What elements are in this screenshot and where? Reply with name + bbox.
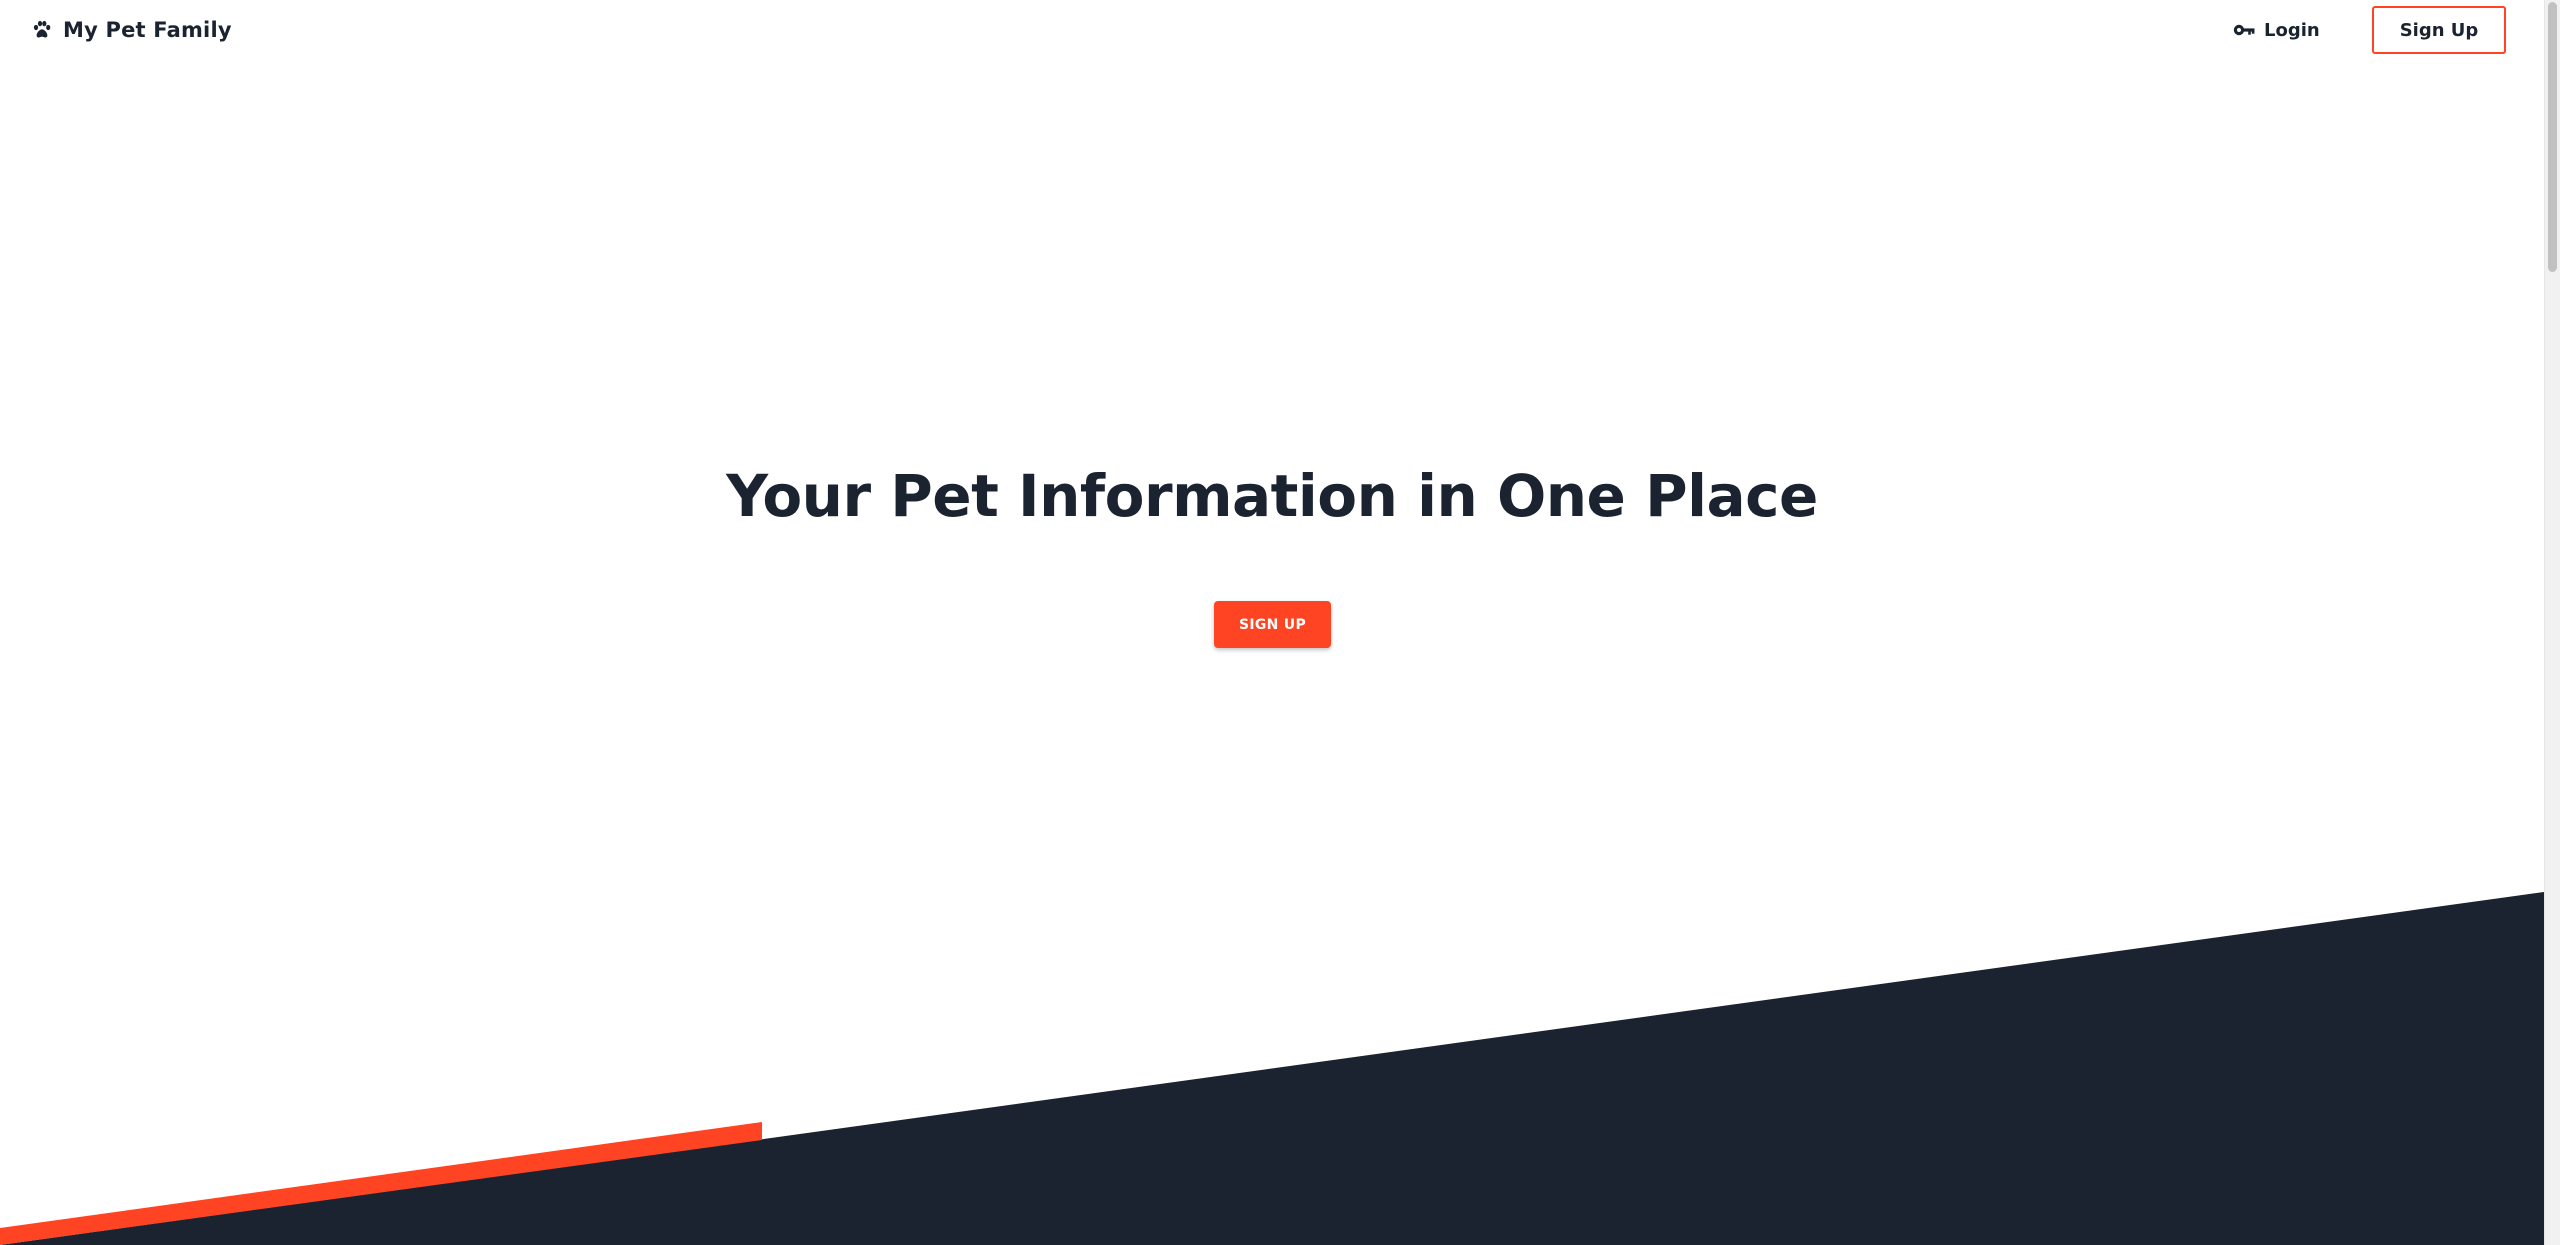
brand-label: My Pet Family xyxy=(63,18,232,42)
brand-link[interactable]: My Pet Family xyxy=(32,15,232,45)
accent-diagonal-stripe xyxy=(0,1122,762,1245)
dark-diagonal-band xyxy=(0,892,2544,1245)
hero-title: Your Pet Information in One Place xyxy=(726,462,1818,530)
vertical-scrollbar[interactable] xyxy=(2544,0,2560,1245)
main-viewport: My Pet Family Login Sign Up Your Pet Inf… xyxy=(0,0,2544,1245)
top-navbar: My Pet Family Login Sign Up xyxy=(0,0,2544,60)
login-link[interactable]: Login xyxy=(2233,15,2320,45)
scrollbar-thumb[interactable] xyxy=(2548,2,2557,272)
login-label: Login xyxy=(2264,19,2320,41)
page: My Pet Family Login Sign Up Your Pet Inf… xyxy=(0,0,2560,1245)
signup-nav-button[interactable]: Sign Up xyxy=(2372,6,2506,54)
key-icon xyxy=(2233,23,2255,37)
paw-icon xyxy=(32,20,52,40)
hero-signup-button[interactable]: SIGN UP xyxy=(1214,601,1331,648)
